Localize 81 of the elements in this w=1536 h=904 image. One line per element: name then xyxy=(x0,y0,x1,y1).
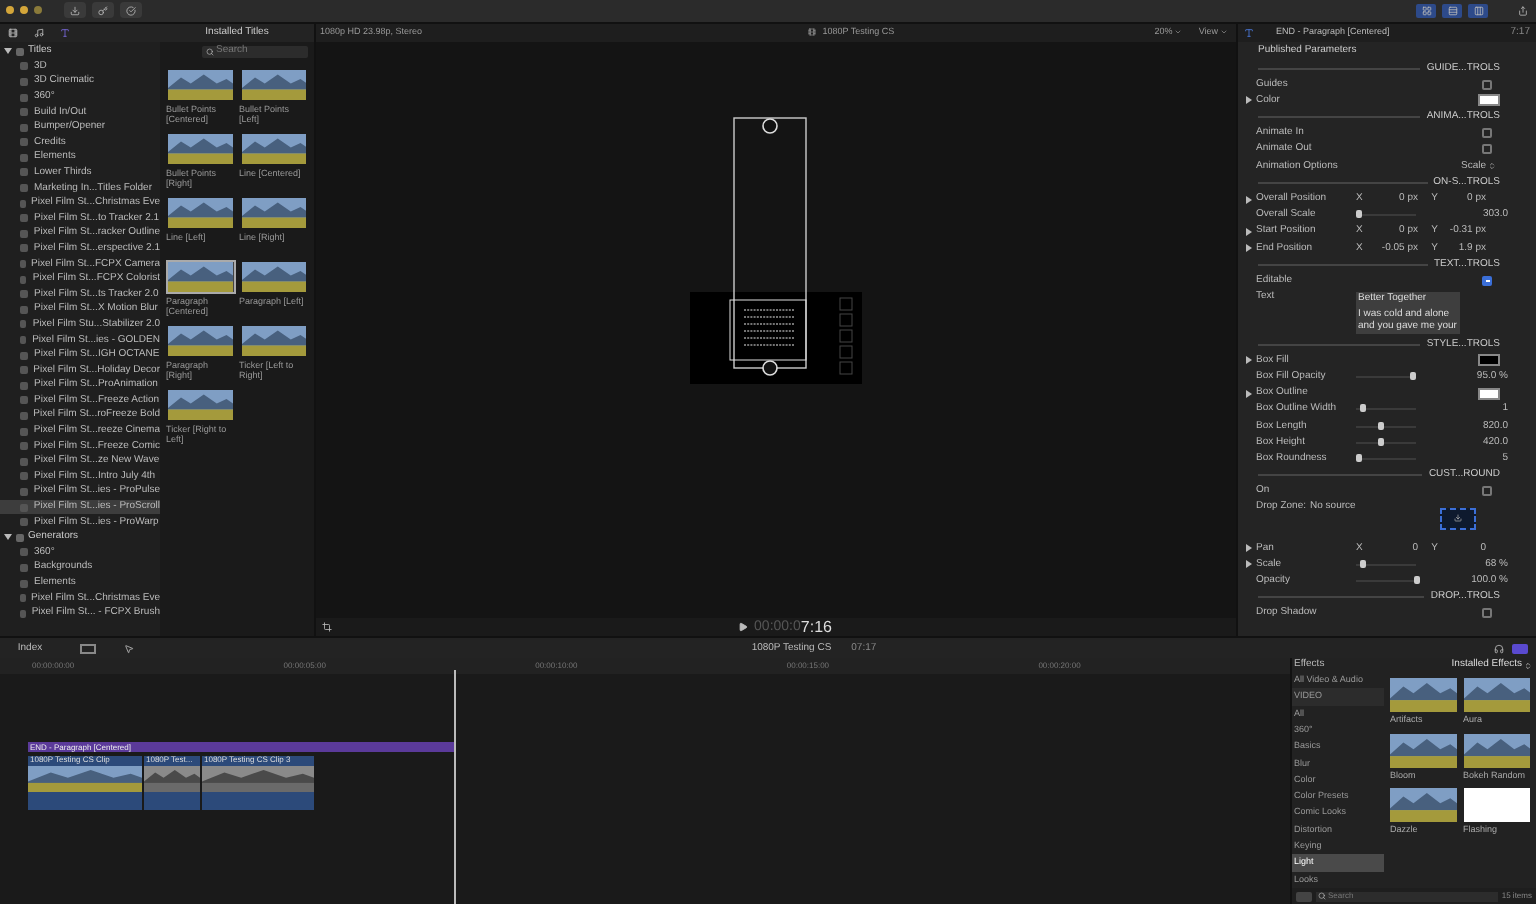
color-well[interactable] xyxy=(1478,354,1500,367)
landscape-thumbnail xyxy=(1463,678,1530,713)
minimize-button[interactable] xyxy=(20,6,28,15)
clip-appearance-button[interactable] xyxy=(80,643,96,654)
landscape-thumbnail xyxy=(168,389,233,420)
title-thumbnail[interactable] xyxy=(166,67,235,102)
import-button[interactable] xyxy=(64,2,86,19)
disclosure-closed-icon[interactable] xyxy=(1246,356,1252,365)
slider-thumb[interactable] xyxy=(1356,453,1362,462)
landscape-thumbnail xyxy=(241,197,306,228)
checkbox[interactable] xyxy=(1482,79,1492,90)
inspector-layout-button[interactable] xyxy=(1468,3,1488,18)
titles-icon[interactable] xyxy=(60,27,70,38)
slider-thumb[interactable] xyxy=(1410,372,1416,381)
blank-thumbnail xyxy=(1463,788,1530,823)
search-icon xyxy=(1318,892,1326,900)
landscape-thumbnail xyxy=(168,325,233,356)
libraries-layout-button[interactable] xyxy=(1416,3,1436,18)
title-thumbnail[interactable] xyxy=(239,131,308,166)
library-icon[interactable] xyxy=(8,27,18,38)
disclosure-closed-icon[interactable] xyxy=(1246,227,1252,236)
download-icon xyxy=(1453,514,1462,523)
title-thumbnail[interactable] xyxy=(166,259,235,294)
landscape-thumbnail xyxy=(1463,733,1530,768)
landscape-thumbnail xyxy=(241,69,306,100)
title-thumbnail[interactable] xyxy=(166,195,235,230)
keyword-button[interactable] xyxy=(92,2,114,19)
slider-thumb[interactable] xyxy=(1359,559,1365,568)
slider-thumb[interactable] xyxy=(1359,404,1365,413)
landscape-thumbnail xyxy=(168,69,233,100)
title-thumbnail[interactable] xyxy=(166,323,235,358)
title-inspector-tab[interactable] xyxy=(1244,27,1254,38)
music-icon[interactable] xyxy=(34,27,44,38)
zoom-button[interactable] xyxy=(34,6,42,15)
effects-browser-button[interactable] xyxy=(1512,643,1528,654)
color-well[interactable] xyxy=(1478,94,1500,107)
checkbox[interactable] xyxy=(1482,608,1492,619)
title-thumbnail[interactable] xyxy=(239,323,308,358)
landscape-thumbnail xyxy=(241,325,306,356)
checkbox[interactable] xyxy=(1482,144,1492,155)
drop-zone-well[interactable] xyxy=(1439,507,1476,530)
timecode: 7:16 xyxy=(800,619,832,636)
disclosure-closed-icon[interactable] xyxy=(1246,560,1252,569)
landscape-thumbnail xyxy=(1390,788,1457,823)
disclosure-closed-icon[interactable] xyxy=(1246,244,1252,253)
title-thumbnail[interactable] xyxy=(166,131,235,166)
share-button[interactable] xyxy=(1514,3,1530,18)
headphones-icon[interactable] xyxy=(1494,643,1504,654)
landscape-thumbnail xyxy=(168,261,233,292)
search-icon xyxy=(206,47,214,56)
disclosure-closed-icon[interactable] xyxy=(1246,544,1252,553)
landscape-thumbnail xyxy=(241,133,306,164)
up-down-chevron-icon xyxy=(1524,661,1532,670)
slider-thumb[interactable] xyxy=(1413,575,1419,584)
background-tasks-button[interactable] xyxy=(120,2,142,19)
sidebar-toggle-button[interactable] xyxy=(1296,891,1312,901)
title-thumbnail[interactable] xyxy=(239,195,308,230)
landscape-thumbnail xyxy=(168,197,233,228)
landscape-thumbnail xyxy=(1390,678,1457,713)
disclosure-closed-icon[interactable] xyxy=(1246,195,1252,204)
timeline-layout-button[interactable] xyxy=(1442,3,1462,18)
slider-thumb[interactable] xyxy=(1377,421,1383,430)
select-tool-icon[interactable] xyxy=(124,643,134,654)
disclosure-closed-icon[interactable] xyxy=(1246,389,1252,398)
title-thumbnail[interactable] xyxy=(166,387,235,422)
disclosure-closed-icon[interactable] xyxy=(1246,96,1252,105)
title-thumbnail[interactable] xyxy=(239,67,308,102)
color-well[interactable] xyxy=(1478,387,1500,400)
slider-thumb[interactable] xyxy=(1377,437,1383,446)
landscape-thumbnail xyxy=(1390,733,1457,768)
checkbox[interactable] xyxy=(1482,486,1492,497)
landscape-thumbnail xyxy=(168,133,233,164)
checkbox[interactable] xyxy=(1482,275,1492,286)
crop-icon[interactable] xyxy=(322,622,332,633)
play-button[interactable] xyxy=(738,622,749,633)
project-icon xyxy=(808,28,817,37)
close-button[interactable] xyxy=(6,6,14,15)
title-thumbnail[interactable] xyxy=(239,259,308,294)
checkbox[interactable] xyxy=(1482,128,1492,139)
slider-thumb[interactable] xyxy=(1356,210,1362,219)
landscape-thumbnail xyxy=(241,261,306,292)
